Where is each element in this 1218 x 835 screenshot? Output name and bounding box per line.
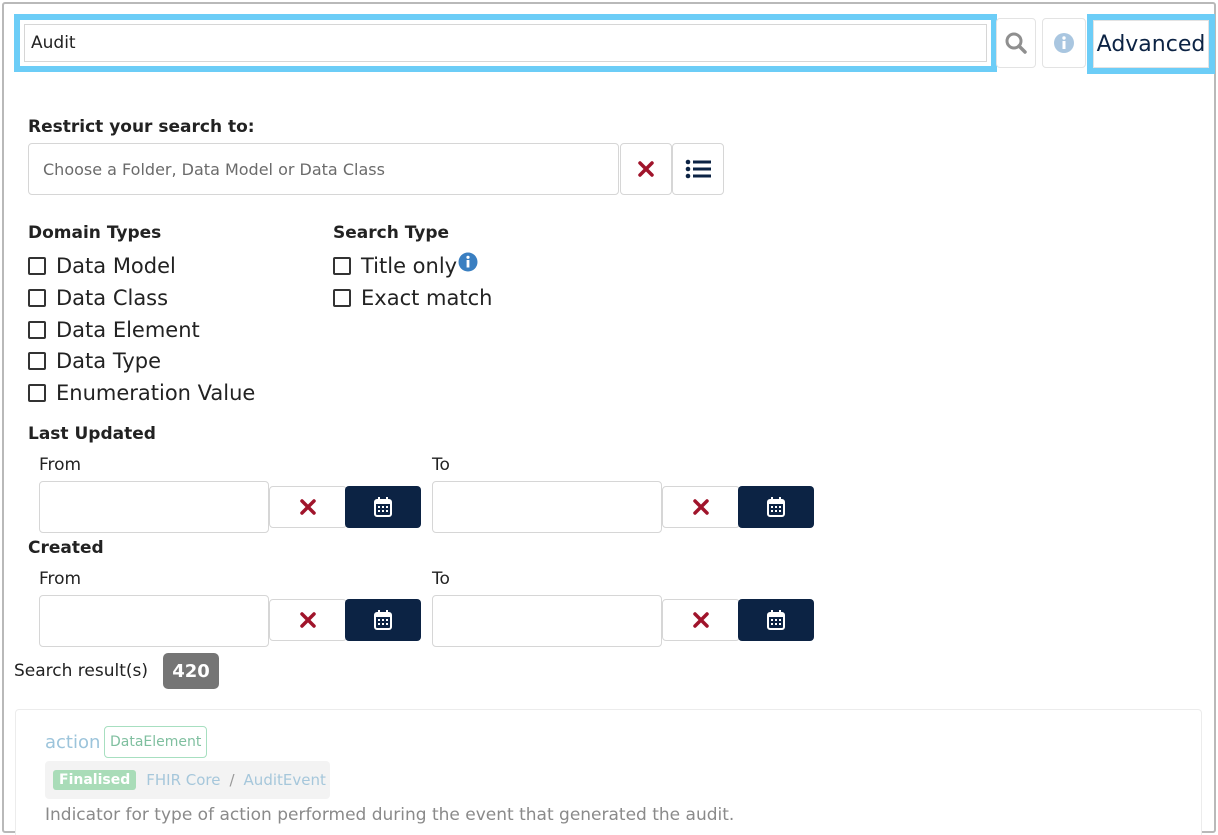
- checkbox-box[interactable]: [28, 352, 46, 370]
- checkbox-box[interactable]: [28, 257, 46, 275]
- checkbox-data-model[interactable]: Data Model: [28, 254, 176, 278]
- checkbox-box[interactable]: [28, 321, 46, 339]
- search-icon: [1005, 32, 1027, 54]
- info-icon[interactable]: [458, 252, 478, 272]
- close-icon: [638, 161, 654, 177]
- created-label: Created: [28, 538, 104, 558]
- last-updated-to-input[interactable]: [432, 481, 662, 533]
- search-button[interactable]: [996, 18, 1036, 68]
- breadcrumb-item[interactable]: AuditEvent: [244, 771, 326, 789]
- checkbox-exact-match[interactable]: Exact match: [333, 286, 492, 310]
- created-to-label: To: [432, 569, 450, 589]
- created-to-calendar-button[interactable]: [738, 599, 814, 641]
- search-input[interactable]: [24, 24, 987, 62]
- domain-types-label: Domain Types: [28, 223, 162, 243]
- list-icon: [685, 159, 711, 179]
- info-button[interactable]: [1042, 18, 1086, 68]
- search-type-label: Search Type: [333, 223, 450, 243]
- search-box: [14, 14, 997, 72]
- info-icon: [1054, 33, 1074, 53]
- last-updated-label: Last Updated: [28, 424, 156, 444]
- breadcrumb: Finalised FHIR Core / AuditEvent: [45, 761, 330, 799]
- created-from-calendar-button[interactable]: [345, 599, 421, 641]
- checkbox-title-only[interactable]: Title only: [333, 252, 478, 278]
- last-updated-to-clear-button[interactable]: [662, 486, 740, 528]
- checkbox-label: Exact match: [361, 286, 493, 310]
- close-icon: [300, 612, 316, 628]
- close-icon: [693, 499, 709, 515]
- last-updated-to-label: To: [432, 455, 450, 475]
- search-results-label: Search result(s): [14, 661, 149, 681]
- last-updated-from-clear-button[interactable]: [269, 486, 347, 528]
- results-count-badge: 420: [163, 653, 219, 689]
- breadcrumb-item[interactable]: FHIR Core: [146, 771, 220, 789]
- calendar-icon: [767, 610, 785, 630]
- calendar-icon: [767, 497, 785, 517]
- advanced-button[interactable]: Advanced: [1093, 20, 1209, 68]
- checkbox-data-type[interactable]: Data Type: [28, 349, 161, 373]
- result-title-link[interactable]: action: [45, 732, 100, 753]
- last-updated-from-calendar-button[interactable]: [345, 486, 421, 528]
- created-from-label: From: [39, 569, 82, 589]
- created-to-clear-button[interactable]: [662, 599, 740, 641]
- close-icon: [300, 499, 316, 515]
- status-badge: Finalised: [53, 770, 137, 790]
- checkbox-label: Data Class: [56, 286, 169, 310]
- clear-restrict-button[interactable]: [620, 143, 672, 195]
- result-type-badge: DataElement: [104, 726, 208, 758]
- checkbox-enumeration-value[interactable]: Enumeration Value: [28, 381, 255, 405]
- close-icon: [693, 612, 709, 628]
- checkbox-label: Data Element: [56, 318, 200, 342]
- result-card[interactable]: action DataElement Finalised FHIR Core /…: [15, 709, 1202, 835]
- last-updated-from-input[interactable]: [39, 481, 269, 533]
- result-description: Indicator for type of action performed d…: [45, 805, 735, 825]
- calendar-icon: [374, 610, 392, 630]
- last-updated-from-label: From: [39, 455, 82, 475]
- browse-tree-button[interactable]: [672, 143, 724, 195]
- checkbox-box[interactable]: [333, 257, 351, 275]
- checkbox-box[interactable]: [28, 384, 46, 402]
- created-to-input[interactable]: [432, 595, 662, 647]
- calendar-icon: [374, 497, 392, 517]
- checkbox-data-element[interactable]: Data Element: [28, 318, 200, 342]
- restrict-input[interactable]: [28, 143, 619, 195]
- created-from-clear-button[interactable]: [269, 599, 347, 641]
- checkbox-label: Enumeration Value: [56, 381, 256, 405]
- checkbox-box[interactable]: [28, 289, 46, 307]
- checkbox-label: Data Type: [56, 349, 162, 373]
- last-updated-to-calendar-button[interactable]: [738, 486, 814, 528]
- restrict-label: Restrict your search to:: [28, 117, 255, 137]
- created-from-input[interactable]: [39, 595, 269, 647]
- advanced-toggle-outline: Advanced: [1087, 14, 1215, 74]
- checkbox-label: Title only: [361, 254, 458, 278]
- breadcrumb-separator: /: [229, 771, 235, 789]
- checkbox-label: Data Model: [56, 254, 176, 278]
- checkbox-box[interactable]: [333, 289, 351, 307]
- checkbox-data-class[interactable]: Data Class: [28, 286, 168, 310]
